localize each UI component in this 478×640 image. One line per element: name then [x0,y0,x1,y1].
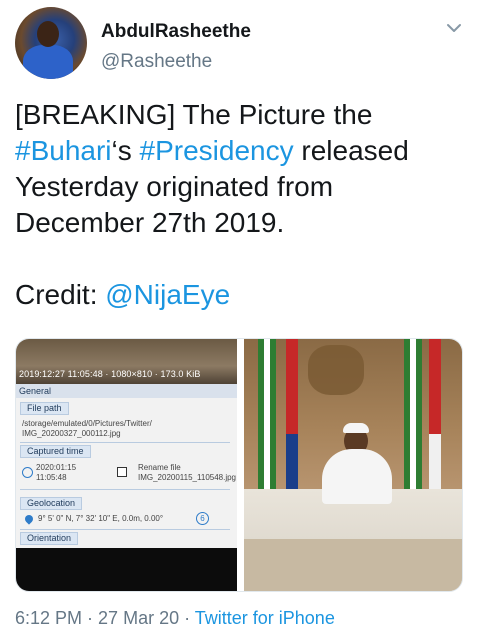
display-name[interactable]: AbdulRasheethe [101,21,251,43]
avatar[interactable] [15,7,87,79]
file-path-line1: /storage/emulated/0/Pictures/Twitter/ [22,419,152,428]
user-handle[interactable]: @Rasheethe [101,51,212,73]
rename-file-value: IMG_20200115_110548.jpg [138,473,237,482]
geolocation-value: 9° 5' 0" N, 7° 32' 10" E, 0.0m, 0.00° [38,514,164,523]
tweet-text-segment: December 27th 2019. [15,207,285,238]
file-path-line2: IMG_20200327_000112.jpg [22,429,121,438]
avatar-shirt [23,45,73,79]
chevron-down-icon[interactable] [445,19,463,37]
divider [20,529,230,530]
tweet-source[interactable]: Twitter for iPhone [195,608,335,628]
tweet-text: [BREAKING] The Picture the #Buhari‘s #Pre… [15,97,465,313]
tweet-text-segment: released [293,135,409,166]
tweet-date: 27 Mar 20 [98,608,180,628]
location-pin-icon [23,513,35,525]
tweet-line: [BREAKING] The Picture the [15,97,465,133]
captured-date: 2020:01:15 [36,463,77,472]
coat-of-arms [308,345,364,395]
tweet-time: 6:12 PM [15,608,83,628]
person-body [322,449,392,504]
media-grid: 2019:12:27 11:05:48 · 1080×810 · 173.0 K… [15,338,463,592]
orientation-label: Orientation [20,532,79,545]
tweet-header: AbdulRasheethe @Rasheethe [15,7,465,82]
tweet-text-segment: ‘s [111,135,140,166]
media-photo-office[interactable] [244,339,462,591]
geolocation-label: Geolocation [20,497,83,510]
tweet-line: Credit: @NijaEye [15,277,465,313]
rename-file-label: Rename file [138,463,181,472]
clock-icon [22,467,33,478]
exif-section-general: General [16,384,237,398]
tweet-text-segment: Credit: [15,279,106,310]
tweet-line: #Buhari‘s #Presidency released [15,133,465,169]
dark-bottom-bar [16,548,237,591]
tweet-footer: 6:12 PM · 27 Mar 20 · Twitter for iPhone [15,608,335,629]
avatar-face [37,21,59,47]
divider [20,442,230,443]
file-path-label: File path [20,402,69,415]
captured-time: 11:05:48 [36,473,67,482]
hashtag-link[interactable]: #Buhari [15,135,112,166]
separator: · [82,608,99,628]
tweet-text-segment: Yesterday originated from [15,171,334,202]
captured-time-label: Captured time [20,445,91,458]
tweet-text-segment: [BREAKING] The Picture the [15,99,373,130]
exif-meta-line: 2019:12:27 11:05:48 · 1080×810 · 173.0 K… [19,369,201,379]
tweet-line: December 27th 2019. [15,205,465,241]
desk-front [244,539,462,591]
tweet-line: Yesterday originated from [15,169,465,205]
tweet-line [15,241,465,277]
geo-count-badge: 6 [196,512,209,525]
hashtag-link[interactable]: #Presidency [140,135,294,166]
divider [20,489,230,490]
media-screenshot-exif[interactable]: 2019:12:27 11:05:48 · 1080×810 · 173.0 K… [16,339,237,591]
mention-link[interactable]: @NijaEye [105,279,230,310]
separator: · [179,608,195,628]
checkbox-icon[interactable] [117,467,127,477]
person-cap [343,423,369,433]
